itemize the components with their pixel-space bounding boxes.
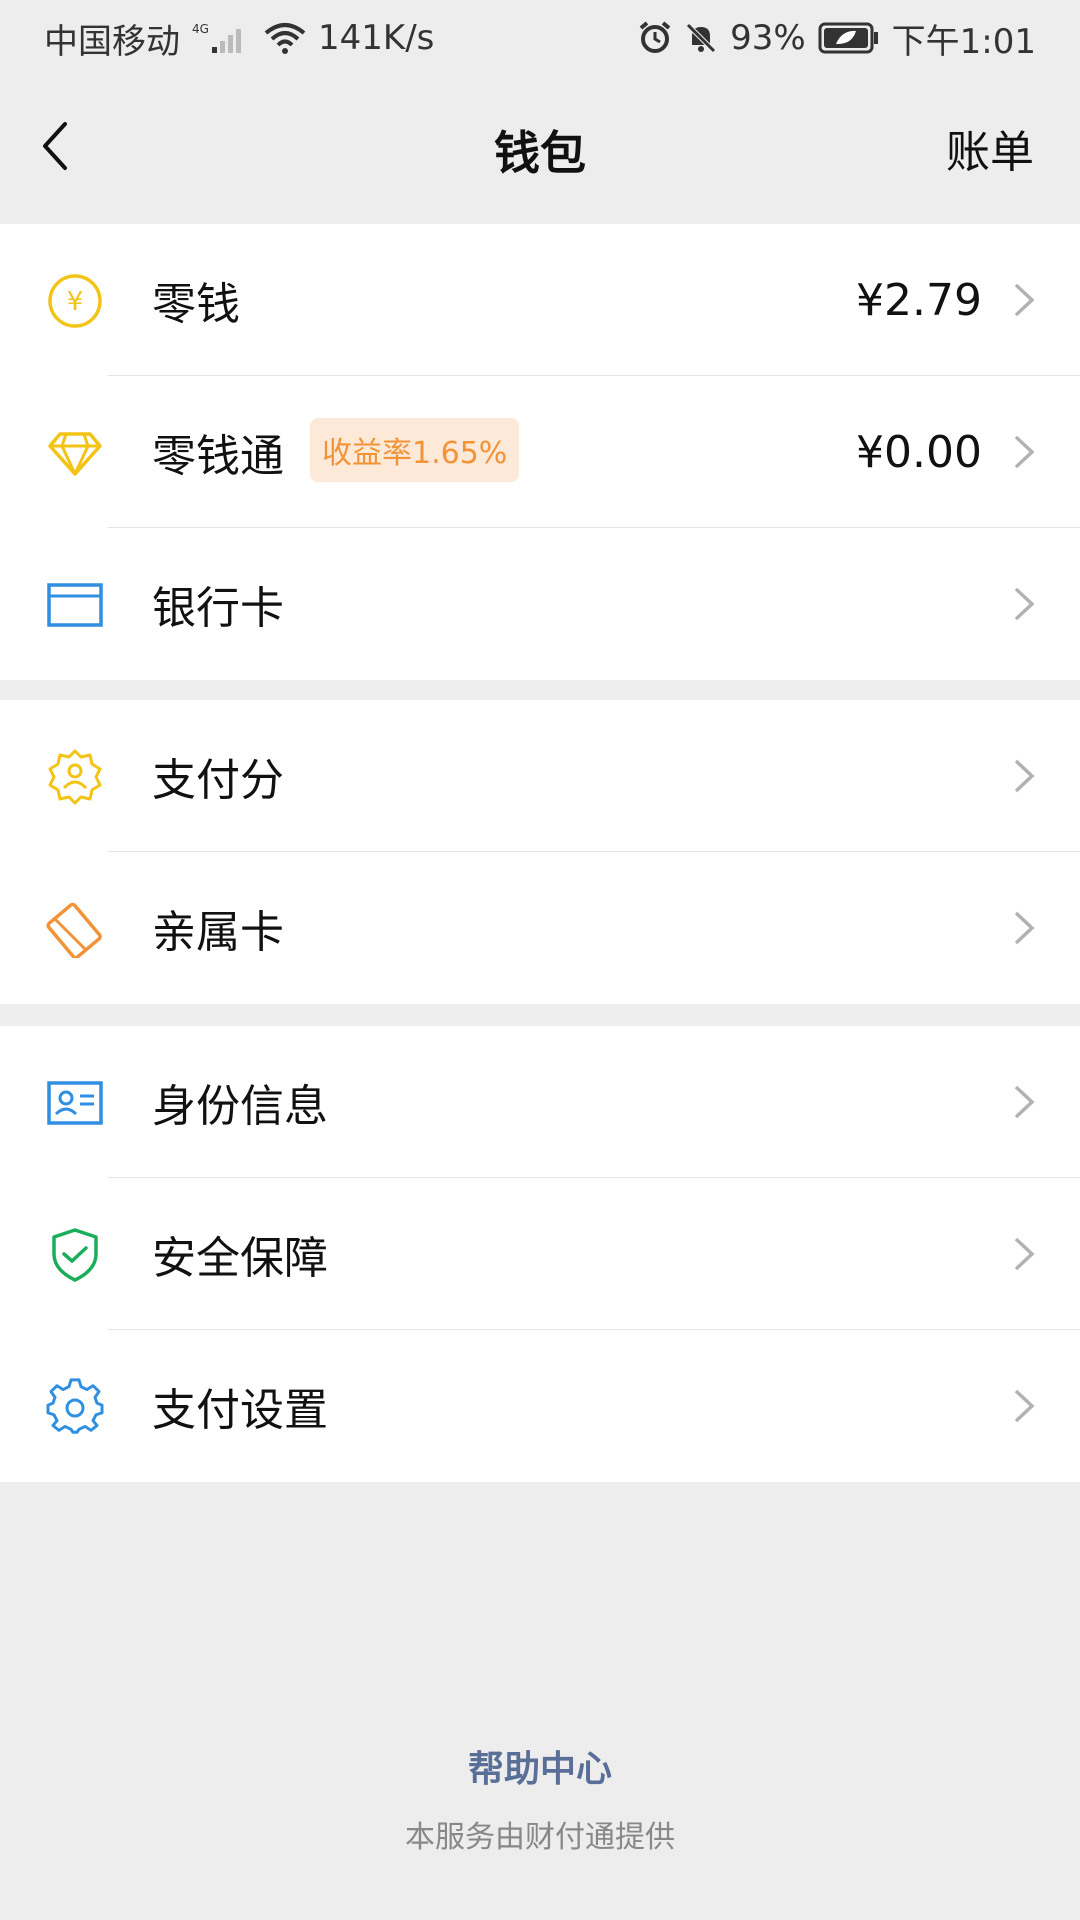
change-plus-label: 零钱通 — [152, 431, 284, 482]
bank-card-icon — [46, 576, 104, 634]
wallet-group-credit: 支付分 亲属卡 — [0, 700, 1080, 1004]
chevron-right-icon — [1014, 1085, 1035, 1119]
list-item-change-plus[interactable]: 零钱通 收益率1.65% ¥0.00 — [0, 376, 1080, 528]
identity-label: 身份信息 — [152, 1081, 328, 1132]
pay-score-badge-icon — [46, 748, 104, 806]
page-title: 钱包 — [494, 126, 586, 180]
family-card-label: 亲属卡 — [152, 907, 284, 958]
list-item-family-card[interactable]: 亲属卡 — [0, 852, 1080, 1004]
list-item-pay-score[interactable]: 支付分 — [0, 700, 1080, 852]
list-item-security[interactable]: 安全保障 — [0, 1178, 1080, 1330]
nav-bar: 钱包 账单 — [0, 76, 1080, 224]
chevron-right-icon — [1014, 435, 1035, 469]
pay-score-label: 支付分 — [152, 755, 284, 806]
battery-icon — [818, 22, 880, 54]
list-item-identity[interactable]: 身份信息 — [0, 1026, 1080, 1178]
pay-settings-label: 支付设置 — [152, 1385, 328, 1436]
change-label: 零钱 — [152, 279, 240, 330]
chevron-right-icon — [1014, 283, 1035, 317]
gear-icon — [46, 1378, 104, 1436]
status-right: 93% 下午1:01 — [638, 14, 1036, 63]
security-label: 安全保障 — [152, 1233, 328, 1284]
status-bar: 中国移动 4G 141K/s 93% 下午1:01 — [0, 0, 1080, 76]
alarm-icon — [638, 21, 672, 55]
wifi-icon — [264, 21, 306, 55]
shield-check-icon — [46, 1226, 104, 1284]
change-balance: ¥2.79 — [856, 274, 982, 326]
change-plus-balance: ¥0.00 — [856, 426, 982, 478]
list-item-change[interactable]: ¥ 零钱 ¥2.79 — [0, 224, 1080, 376]
chevron-left-icon — [43, 122, 67, 170]
service-provider-note: 本服务由财付通提供 — [405, 1820, 675, 1855]
yuan-coin-icon: ¥ — [46, 272, 104, 330]
wallet-group-balance: ¥ 零钱 ¥2.79 零钱通 收益率1.65% ¥0.00 银行卡 — [0, 224, 1080, 680]
battery-percent: 93% — [730, 18, 806, 58]
chevron-right-icon — [1014, 911, 1035, 945]
mute-bell-icon — [684, 21, 718, 55]
signal-icon: 4G — [192, 21, 252, 55]
chevron-right-icon — [1014, 759, 1035, 793]
back-button[interactable] — [34, 116, 74, 176]
list-item-bank-card[interactable]: 银行卡 — [0, 528, 1080, 680]
chevron-right-icon — [1014, 587, 1035, 621]
status-left: 中国移动 4G 141K/s — [44, 14, 434, 63]
list-item-pay-settings[interactable]: 支付设置 — [0, 1330, 1080, 1482]
clock: 下午1:01 — [891, 21, 1036, 62]
network-speed: 141K/s — [318, 18, 435, 58]
chevron-right-icon — [1014, 1237, 1035, 1271]
chevron-right-icon — [1014, 1389, 1035, 1423]
family-card-icon — [46, 900, 104, 958]
wallet-group-settings: 身份信息 安全保障 支付设置 — [0, 1026, 1080, 1482]
yield-rate-badge: 收益率1.65% — [310, 418, 520, 482]
svg-text:¥: ¥ — [67, 287, 84, 317]
bank-card-label: 银行卡 — [152, 583, 284, 634]
id-card-icon — [46, 1074, 104, 1132]
carrier-label: 中国移动 — [44, 21, 180, 62]
network-type-label: 4G — [192, 22, 209, 36]
help-center-link[interactable]: 帮助中心 — [0, 1740, 1080, 1792]
bill-button[interactable]: 账单 — [946, 116, 1034, 180]
diamond-icon — [46, 424, 104, 482]
